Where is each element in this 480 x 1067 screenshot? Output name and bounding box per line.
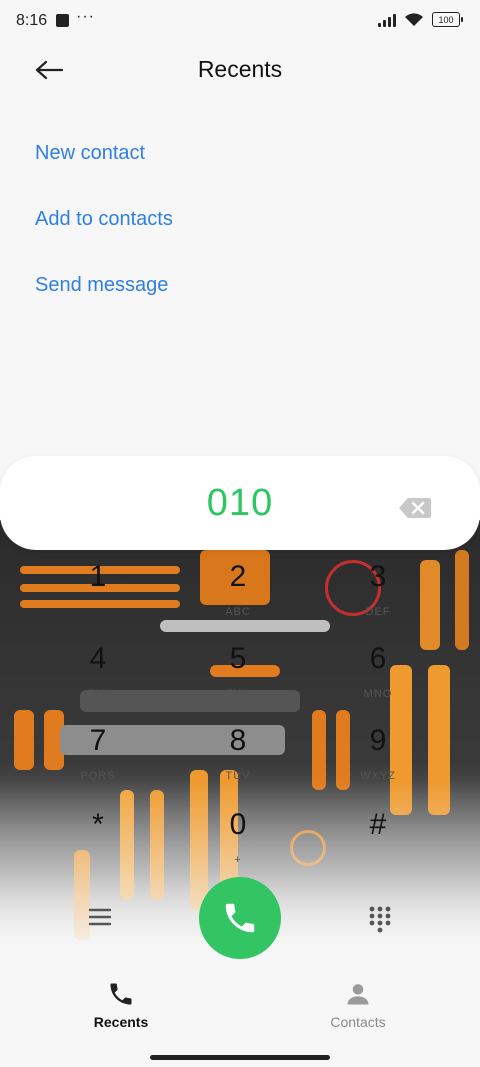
new-contact-link[interactable]: New contact <box>35 142 145 165</box>
person-icon <box>347 984 369 1005</box>
key-digit: # <box>369 808 387 841</box>
key-hash[interactable]: # <box>318 808 438 888</box>
key-digit: * <box>92 808 104 841</box>
tab-recents[interactable]: Recents <box>51 978 191 1038</box>
wifi-icon <box>405 13 423 26</box>
home-indicator[interactable] <box>150 1055 330 1060</box>
key-digit: 3 <box>369 560 387 593</box>
key-3[interactable]: 3 DEF <box>318 560 438 640</box>
backspace-button[interactable] <box>398 497 432 519</box>
key-6[interactable]: 6 MNO <box>318 642 438 722</box>
status-bar: 8:16 ··· 100 <box>0 0 480 44</box>
key-digit: 8 <box>229 724 247 757</box>
key-digit: 6 <box>369 642 387 675</box>
key-7[interactable]: 7 PQRS <box>38 724 158 804</box>
key-5[interactable]: 5 JKL <box>178 642 298 722</box>
key-letters: + <box>234 854 242 866</box>
key-digit: 9 <box>369 724 387 757</box>
phone-tab-icon <box>110 983 132 1005</box>
battery-icon: 100 <box>432 12 463 27</box>
tab-recents-label: Recents <box>93 1014 149 1030</box>
hamburger-icon <box>88 908 112 926</box>
key-digit: 4 <box>89 642 107 675</box>
key-digit: 7 <box>89 724 107 757</box>
key-letters: DEF <box>365 606 391 618</box>
key-digit: 1 <box>89 560 107 593</box>
more-notifications-icon: ··· <box>76 8 95 25</box>
key-digit: 2 <box>229 560 247 593</box>
key-4[interactable]: 4 GHI <box>38 642 158 722</box>
dialpad-toggle-button[interactable] <box>368 905 392 933</box>
key-letters: ABC <box>225 606 251 618</box>
phone-icon <box>225 903 255 933</box>
key-star[interactable]: * <box>38 808 158 888</box>
key-digit: 5 <box>229 642 247 675</box>
send-message-link[interactable]: Send message <box>35 274 168 297</box>
key-letters: JKL <box>227 688 249 700</box>
key-8[interactable]: 8 TUV <box>178 724 298 804</box>
add-to-contacts-link[interactable]: Add to contacts <box>35 208 173 231</box>
notification-icon <box>56 14 69 27</box>
backspace-icon <box>399 498 431 518</box>
key-digit: 0 <box>229 808 247 841</box>
key-0[interactable]: 0 + <box>178 808 298 888</box>
key-2[interactable]: 2 ABC <box>178 560 298 640</box>
dialpad-icon <box>369 906 391 933</box>
key-letters: MNO <box>363 688 393 700</box>
tab-contacts-label: Contacts <box>330 1014 386 1030</box>
key-letters: WXYZ <box>360 770 396 782</box>
page-title: Recents <box>197 56 283 82</box>
signal-icon <box>378 13 396 27</box>
status-time: 8:16 <box>16 12 48 29</box>
key-9[interactable]: 9 WXYZ <box>318 724 438 804</box>
call-button[interactable] <box>199 877 281 959</box>
tab-contacts[interactable]: Contacts <box>288 978 428 1038</box>
key-letters: GHI <box>86 688 110 700</box>
menu-button[interactable] <box>86 905 114 929</box>
key-letters: PQRS <box>80 770 116 782</box>
key-letters: TUV <box>225 770 251 782</box>
key-1[interactable]: 1 <box>38 560 158 640</box>
battery-level: 100 <box>438 14 454 25</box>
